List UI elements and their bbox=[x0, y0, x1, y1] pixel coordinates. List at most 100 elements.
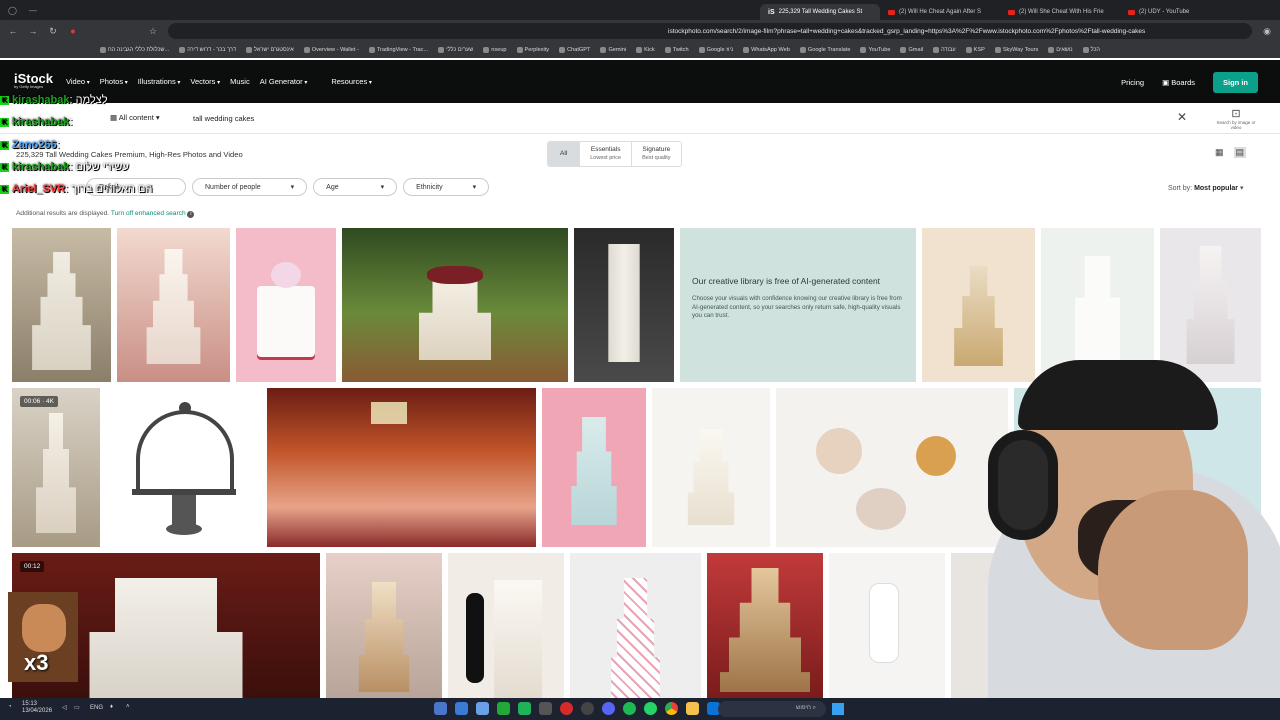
app-icon[interactable] bbox=[497, 702, 510, 715]
result-image[interactable] bbox=[542, 388, 646, 547]
nav-photos[interactable]: Photos bbox=[100, 77, 128, 86]
nav-video[interactable]: Video bbox=[66, 77, 90, 86]
app-icon[interactable] bbox=[602, 702, 615, 715]
notification-icon[interactable]: ◔ bbox=[8, 704, 12, 710]
tab-youtube-2[interactable]: (2) Will She Cheat With His Frie bbox=[1000, 4, 1120, 20]
grid-view-icon[interactable]: ▦ bbox=[1215, 147, 1224, 158]
network-icon[interactable]: ▭ bbox=[74, 704, 80, 711]
result-image[interactable] bbox=[448, 553, 564, 698]
bookmark-item[interactable]: Perplexity bbox=[517, 47, 550, 53]
volume-icon[interactable]: ◁ bbox=[62, 704, 67, 711]
result-image[interactable] bbox=[117, 228, 230, 382]
menu-icon[interactable]: ◯ bbox=[8, 6, 17, 15]
segment-signature[interactable]: Signature Best quality bbox=[631, 142, 681, 166]
app-icon[interactable] bbox=[539, 702, 552, 715]
mosaic-view-icon[interactable]: ▤ bbox=[1233, 147, 1247, 158]
star-icon[interactable]: ☆ bbox=[148, 26, 158, 37]
info-icon[interactable]: i bbox=[187, 211, 195, 218]
result-image[interactable] bbox=[267, 388, 536, 547]
age-filter[interactable]: Age bbox=[313, 178, 398, 196]
profile-icon[interactable]: ◉ bbox=[1262, 26, 1272, 37]
bookmark-item[interactable]: Gemini bbox=[600, 47, 626, 53]
nav-vectors[interactable]: Vectors bbox=[190, 77, 220, 86]
forward-icon[interactable]: → bbox=[28, 26, 38, 36]
clear-search-icon[interactable]: ✕ bbox=[1177, 110, 1187, 124]
laughing-face-icon bbox=[22, 604, 66, 652]
sort-select[interactable]: Sort by: Most popular ▾ bbox=[1168, 184, 1244, 192]
result-image[interactable] bbox=[12, 228, 111, 382]
app-icon[interactable] bbox=[644, 702, 657, 715]
result-image[interactable] bbox=[574, 228, 674, 382]
nav-music[interactable]: Music bbox=[230, 77, 250, 86]
bookmark-item[interactable]: Gmail bbox=[900, 47, 923, 53]
app-icon[interactable] bbox=[455, 702, 468, 715]
nav-ai-generator[interactable]: AI Generator bbox=[260, 77, 308, 86]
bookmark-item[interactable]: Google ניוז bbox=[699, 47, 734, 53]
system-clock[interactable]: 15:13 13/04/2026 bbox=[22, 701, 52, 715]
result-image[interactable] bbox=[652, 388, 770, 547]
bookmark-item[interactable]: YouTube bbox=[860, 47, 890, 53]
tab-istock[interactable]: iS 225,329 Tall Wedding Cakes St bbox=[760, 4, 880, 20]
youtube-icon bbox=[1128, 9, 1135, 15]
extension-icon[interactable]: ● bbox=[68, 26, 78, 36]
chevron-up-icon[interactable]: ˄ bbox=[126, 704, 130, 710]
mic-icon[interactable]: ♦ bbox=[110, 704, 113, 710]
result-illustration[interactable] bbox=[106, 388, 261, 547]
app-icon[interactable] bbox=[623, 702, 636, 715]
bookmark-item[interactable]: WhatsApp Web bbox=[743, 47, 790, 53]
reload-icon[interactable]: ↻ bbox=[48, 26, 58, 37]
back-tab-icon[interactable]: — bbox=[29, 6, 37, 15]
nav-illustrations[interactable]: Illustrations bbox=[138, 77, 181, 86]
nav-resources[interactable]: Resources bbox=[331, 77, 372, 86]
result-image[interactable] bbox=[326, 553, 442, 698]
pricing-link[interactable]: Pricing bbox=[1121, 78, 1144, 87]
bookmark-item[interactable]: ChatGPT bbox=[559, 47, 590, 53]
url-field[interactable]: istockphoto.com/search/2/image-film?phra… bbox=[168, 23, 1252, 39]
start-icon[interactable] bbox=[832, 703, 844, 715]
bookmark-item[interactable]: אינסטגרם ישראל bbox=[246, 47, 294, 53]
ethnicity-filter[interactable]: Ethnicity bbox=[403, 178, 490, 196]
result-image[interactable] bbox=[236, 228, 336, 382]
folder-icon[interactable] bbox=[686, 702, 699, 715]
content-type-select[interactable]: ▦ All content ▾ bbox=[110, 113, 160, 122]
istock-logo[interactable]: iStock by Getty Images bbox=[14, 71, 53, 89]
chrome-icon[interactable] bbox=[665, 702, 678, 715]
browser-tabstrip: ◯—+ iS225,329 Tall Wedding Cakes St (2) … bbox=[0, 0, 1280, 20]
result-image[interactable] bbox=[342, 228, 568, 382]
bookmark-item[interactable]: דרך בכר - דרוש דירה bbox=[179, 47, 236, 53]
tab-youtube-1[interactable]: (2) Will He Cheat Again After S bbox=[880, 4, 1000, 20]
app-icon[interactable] bbox=[560, 702, 573, 715]
bookmark-item[interactable]: Twitch bbox=[665, 47, 689, 53]
bookmark-item[interactable]: שערים כללי bbox=[438, 47, 473, 53]
sign-in-button[interactable]: Sign in bbox=[1213, 72, 1258, 93]
result-image[interactable] bbox=[707, 553, 823, 698]
search-by-image-button[interactable]: ⊡ Search by image or video bbox=[1212, 107, 1260, 130]
bookmark-item[interactable]: Kick bbox=[636, 47, 655, 53]
language-indicator[interactable]: ENG bbox=[90, 705, 103, 711]
bookmark-item[interactable]: SkyWay Tours bbox=[995, 47, 1038, 53]
bookmark-item[interactable]: KSP bbox=[966, 47, 985, 53]
number-of-people-filter[interactable]: Number of people bbox=[192, 178, 308, 196]
app-icon[interactable] bbox=[581, 702, 594, 715]
taskbar-search[interactable]: חיפוש ⌕ bbox=[718, 701, 826, 717]
bookmark-item[interactable]: שכלולת כללי הגבינה הח... bbox=[100, 47, 169, 53]
back-icon[interactable]: ← bbox=[8, 26, 18, 36]
tab-youtube-3[interactable]: (2) UDY - YouTube bbox=[1120, 4, 1240, 20]
result-image[interactable] bbox=[570, 553, 701, 698]
bookmark-item[interactable]: TradingView - Trac... bbox=[369, 47, 428, 53]
app-icon[interactable] bbox=[476, 702, 489, 715]
bookmark-item[interactable]: נושאים bbox=[1048, 47, 1072, 53]
bookmark-item[interactable]: הכל bbox=[1083, 47, 1100, 53]
bookmark-item[interactable]: nseup bbox=[483, 47, 506, 53]
bookmark-item[interactable]: Google Translate bbox=[800, 47, 851, 53]
boards-link[interactable]: ▣ Boards bbox=[1162, 78, 1195, 87]
search-input[interactable]: tall wedding cakes bbox=[193, 114, 254, 123]
bookmark-item[interactable]: עבודה bbox=[933, 47, 956, 53]
app-icon[interactable] bbox=[434, 702, 447, 715]
bookmark-item[interactable]: Overview - Wallet - bbox=[304, 47, 359, 53]
segment-essentials[interactable]: Essentials Lowest price bbox=[579, 142, 632, 166]
result-video[interactable]: 00:06 · 4K bbox=[12, 388, 100, 547]
segment-all[interactable]: All bbox=[548, 142, 580, 166]
app-icon[interactable] bbox=[518, 702, 531, 715]
turn-off-enhanced-link[interactable]: Turn off enhanced search bbox=[111, 210, 186, 217]
